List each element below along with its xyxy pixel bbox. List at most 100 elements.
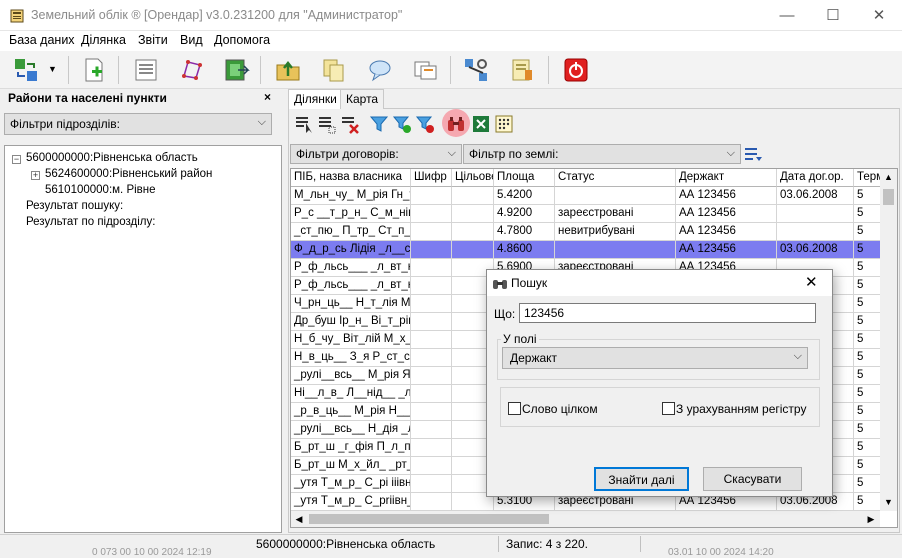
windows-icon[interactable] — [412, 56, 440, 84]
tree-collapse-icon[interactable]: − — [12, 155, 21, 164]
menu-reports[interactable]: Звіти — [138, 33, 168, 47]
tree-expand-icon[interactable]: + — [31, 171, 40, 180]
sync-dropdown-icon[interactable]: ▼ — [48, 64, 57, 74]
column-header[interactable]: Держакт — [676, 169, 777, 187]
table-cell — [411, 205, 452, 223]
table-row[interactable]: Р_с __т_р_н_ С_м_нівна 4.9200зареєстрован… — [291, 205, 884, 223]
grid-settings-icon[interactable] — [494, 114, 514, 134]
scroll-left-icon[interactable]: ◀ — [291, 511, 307, 527]
table-cell: _рулі__всь__ М_рія Я___ — [291, 367, 411, 385]
document-clip-icon[interactable] — [508, 56, 536, 84]
table-cell — [411, 385, 452, 403]
horizontal-scrollbar[interactable]: ◀ ▶ — [291, 511, 880, 527]
table-cell — [411, 367, 452, 385]
table-cell: невитрибувані — [555, 223, 676, 241]
table-cell: Ні__л_в_ Л__нід__ _л__ — [291, 385, 411, 403]
map-export-icon[interactable] — [222, 56, 250, 84]
chevron-down-icon: ⌵ — [257, 116, 266, 128]
filter-remove-icon[interactable] — [415, 114, 435, 134]
tree-node-rivne-raion[interactable]: 5624600000:Рівненський район — [45, 168, 212, 180]
table-cell — [411, 241, 452, 259]
dialog-close-icon[interactable]: ✕ — [805, 273, 818, 291]
menu-view[interactable]: Вид — [180, 33, 203, 47]
sync-icon[interactable] — [12, 56, 40, 84]
select-all-icon[interactable] — [317, 114, 337, 134]
table-cell: _р_в_ць__ М_рія Н___ф — [291, 403, 411, 421]
table-cell: _утя Т_м_р_ С_рі ііівн_ — [291, 475, 411, 493]
menu-bar — [0, 31, 902, 51]
table-cell — [411, 277, 452, 295]
vertical-scrollbar[interactable]: ▲ ▼ — [880, 169, 897, 511]
close-window-button[interactable]: ✕ — [856, 0, 902, 31]
table-cell — [777, 223, 854, 241]
field-group-label: У полі — [501, 332, 539, 346]
table-cell: АА 123456 — [676, 241, 777, 259]
toolbar-separator — [118, 56, 119, 84]
table-cell — [452, 205, 494, 223]
column-header[interactable]: Дата дог.ор. — [777, 169, 854, 187]
table-row[interactable]: М_льн_чу_ М_рія Гн_тівна 5.4200 АА 1234560… — [291, 187, 884, 205]
contracts-filter-select[interactable]: Фільтри договорів: ⌵ — [290, 144, 462, 164]
column-header[interactable]: ПІБ, назва власника — [291, 169, 411, 187]
table-cell: Н_в_ць__ З_я Р_ст_сл_ — [291, 349, 411, 367]
column-header[interactable]: Статус — [555, 169, 676, 187]
tree-node-search-result[interactable]: Результат пошуку: — [26, 200, 123, 212]
polygon-icon[interactable] — [178, 56, 206, 84]
table-cell: АА 123456 — [676, 187, 777, 205]
chevron-down-icon: ⌵ — [726, 147, 735, 159]
filter-add-icon[interactable] — [392, 114, 412, 134]
tab-parcels[interactable]: Ділянки — [288, 89, 343, 109]
binoculars-icon[interactable] — [446, 114, 466, 134]
tree-node-rivne-oblast[interactable]: 5600000000:Рівненська область — [26, 152, 198, 164]
folder-upload-icon[interactable] — [274, 56, 302, 84]
excel-export-icon[interactable] — [471, 114, 491, 134]
minimize-button[interactable]: — — [764, 0, 810, 31]
table-cell — [555, 241, 676, 259]
scroll-down-icon[interactable]: ▼ — [880, 494, 897, 511]
table-cell — [411, 187, 452, 205]
column-header[interactable]: Площа — [494, 169, 555, 187]
left-panel-close-icon[interactable]: × — [264, 90, 271, 104]
network-tools-icon[interactable] — [462, 56, 490, 84]
table-row[interactable]: _ст_пю_ П_тр_ Ст_п_нович 4.7800невитрибув… — [291, 223, 884, 241]
land-filter-select[interactable]: Фільтр по землі: ⌵ — [463, 144, 741, 164]
contracts-filter-label: Фільтри договорів: — [296, 147, 399, 161]
division-filter-select[interactable]: Фільтри підрозділів: ⌵ — [4, 113, 272, 135]
tree-node-rivne-city[interactable]: 5610100000:м. Рівне — [45, 184, 156, 196]
search-field-select[interactable]: Держакт ⌵ — [502, 347, 808, 369]
cancel-button[interactable]: Скасувати — [703, 467, 802, 491]
scroll-up-icon[interactable]: ▲ — [880, 169, 897, 186]
toolbar-separator — [260, 56, 261, 84]
menu-parcel[interactable]: Ділянка — [81, 33, 126, 47]
filter-settings-icon[interactable] — [744, 145, 764, 163]
delete-rows-icon[interactable] — [340, 114, 360, 134]
table-cell — [411, 493, 452, 511]
column-header[interactable]: Цільове — [452, 169, 494, 187]
find-next-button[interactable]: Знайти далі — [594, 467, 689, 491]
select-arrow-icon[interactable] — [294, 114, 314, 134]
form-icon[interactable] — [132, 56, 160, 84]
scroll-thumb[interactable] — [883, 189, 894, 205]
scroll-right-icon[interactable]: ▶ — [863, 511, 879, 527]
menu-help[interactable]: Допомога — [214, 33, 270, 47]
table-cell: _ст_пю_ П_тр_ Ст_п_нович — [291, 223, 411, 241]
table-row[interactable]: Ф_д_р_сь Лідія _л__с_нд 4.8600 АА 12345603… — [291, 241, 884, 259]
new-document-icon[interactable] — [80, 56, 108, 84]
filter-icon[interactable] — [369, 114, 389, 134]
hscroll-thumb[interactable] — [309, 514, 549, 524]
exit-power-icon[interactable] — [562, 56, 590, 84]
status-record-count: Запис: 4 з 220. — [506, 537, 588, 551]
comment-icon[interactable] — [366, 56, 394, 84]
toolbar-separator — [450, 56, 451, 84]
tab-map[interactable]: Карта — [340, 89, 385, 109]
window-title: Земельний облік ® [Орендар] v3.0.231200 … — [31, 8, 403, 22]
maximize-button[interactable]: ☐ — [810, 0, 856, 31]
search-input[interactable] — [519, 303, 816, 323]
column-header[interactable]: Шифр — [411, 169, 452, 187]
tree-node-division-result[interactable]: Результат по підрозділу: — [26, 216, 155, 228]
case-sensitive-checkbox[interactable] — [662, 402, 675, 415]
whole-word-checkbox[interactable] — [508, 402, 521, 415]
division-filter-label: Фільтри підрозділів: — [10, 117, 120, 131]
menu-database[interactable]: База даних — [9, 33, 75, 47]
copy-documents-icon[interactable] — [320, 56, 348, 84]
